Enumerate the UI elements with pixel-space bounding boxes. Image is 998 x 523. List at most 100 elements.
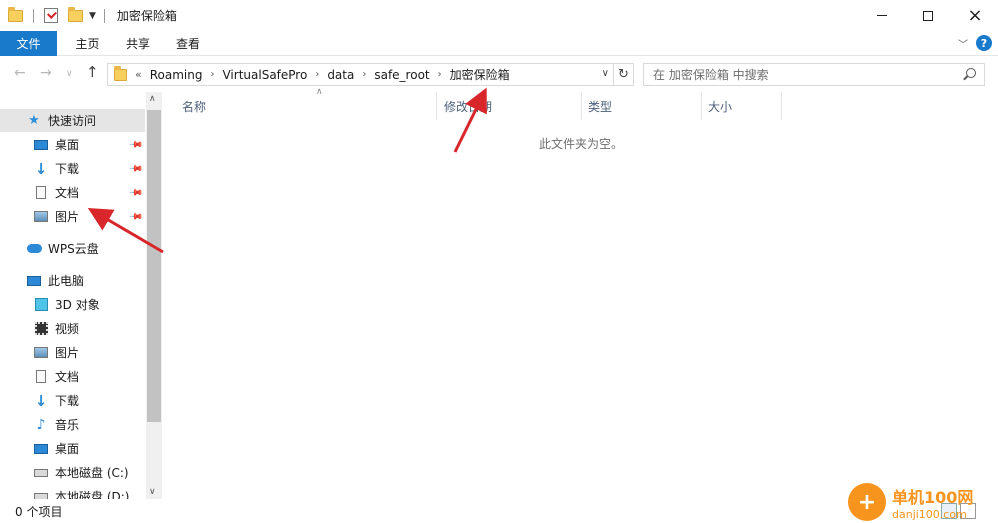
chevron-right-icon[interactable]: › xyxy=(362,69,366,80)
nav-label: 视频 xyxy=(55,322,80,336)
recent-locations-chevron-icon[interactable]: ∨ xyxy=(66,69,73,79)
quick-access-toolbar: ▼ 加密保险箱 xyxy=(0,6,177,24)
nav-scrollbar[interactable]: ∧ ∨ xyxy=(146,92,162,499)
tab-home[interactable]: 主页 xyxy=(62,31,113,56)
folder-icon xyxy=(114,65,127,81)
nav-label: 文档 xyxy=(55,370,80,384)
nav-documents[interactable]: 文档 xyxy=(0,365,145,388)
chevron-right-icon[interactable]: › xyxy=(210,69,214,80)
plus-logo-icon: + xyxy=(848,483,886,521)
nav-label: 音乐 xyxy=(55,418,80,432)
nav-downloads-pinned[interactable]: ↓ 下载 📌 xyxy=(0,157,145,180)
properties-check-icon[interactable] xyxy=(44,8,58,23)
nav-downloads[interactable]: ↓ 下载 xyxy=(0,389,145,412)
nav-label: 快速访问 xyxy=(48,114,97,128)
scroll-up-chevron-icon[interactable]: ∧ xyxy=(149,94,156,104)
nav-local-disk-d[interactable]: 本地磁盘 (D:) xyxy=(0,485,145,499)
chevron-right-icon[interactable]: › xyxy=(438,69,442,80)
file-list: 名称 ∧ 修改日期 类型 大小 此文件夹为空。 xyxy=(162,87,998,499)
tab-file[interactable]: 文件 xyxy=(0,30,57,56)
star-icon: ★ xyxy=(28,113,40,128)
nav-label: 桌面 xyxy=(55,138,80,152)
column-header-modified[interactable]: 修改日期 xyxy=(438,92,582,120)
nav-label: WPS云盘 xyxy=(48,242,99,256)
search-placeholder: 在 加密保险箱 中搜索 xyxy=(653,68,769,82)
folder-icon[interactable] xyxy=(8,6,23,22)
nav-3d-objects[interactable]: 3D 对象 xyxy=(0,293,145,316)
breadcrumb-virtualsafepro[interactable]: VirtualSafePro xyxy=(222,68,307,82)
item-count: 0 个项目 xyxy=(15,504,63,519)
pin-icon[interactable]: 📌 xyxy=(128,137,143,152)
nav-quick-access[interactable]: ★ 快速访问 xyxy=(0,109,145,132)
column-header-name[interactable]: 名称 ∧ xyxy=(176,87,437,120)
video-icon xyxy=(33,322,49,336)
column-header-type[interactable]: 类型 xyxy=(582,92,702,120)
new-folder-icon[interactable] xyxy=(68,6,83,22)
cloud-icon xyxy=(26,242,42,256)
watermark-main: 单机100网 xyxy=(892,487,974,507)
window-title: 加密保险箱 xyxy=(116,9,177,23)
ribbon-tabs: 文件 主页 共享 查看 ﹀ ? xyxy=(0,30,998,56)
search-icon[interactable] xyxy=(966,68,976,78)
expand-ribbon-chevron-icon[interactable]: ﹀ xyxy=(958,36,968,51)
up-arrow-icon[interactable]: ↑ xyxy=(86,63,99,81)
column-label: 名称 xyxy=(182,99,207,114)
nav-pictures[interactable]: 图片 xyxy=(0,341,145,364)
pin-icon[interactable]: 📌 xyxy=(128,185,143,200)
scroll-down-chevron-icon[interactable]: ∨ xyxy=(149,487,156,497)
computer-icon xyxy=(26,274,42,288)
nav-pictures-pinned[interactable]: 图片 📌 xyxy=(0,205,145,228)
nav-local-disk-c[interactable]: 本地磁盘 (C:) xyxy=(0,461,145,484)
scroll-thumb[interactable] xyxy=(147,110,161,422)
minimize-icon xyxy=(877,15,887,16)
address-dropdown-chevron-icon[interactable]: ∨ xyxy=(602,68,609,79)
back-arrow-icon[interactable]: ← xyxy=(14,65,26,81)
nav-label: 本地磁盘 (D:) xyxy=(55,490,130,499)
watermark-text: 单机100网 danji100.com xyxy=(892,484,973,521)
pin-icon[interactable]: 📌 xyxy=(128,209,143,224)
nav-label: 文档 xyxy=(55,186,80,200)
desktop-icon xyxy=(33,138,49,152)
pin-icon[interactable]: 📌 xyxy=(128,161,143,176)
drive-icon xyxy=(33,466,49,480)
breadcrumb-overflow[interactable]: « xyxy=(135,68,142,81)
nav-desktop-pinned[interactable]: 桌面 📌 xyxy=(0,133,145,156)
chevron-right-icon[interactable]: › xyxy=(315,69,319,80)
breadcrumb-safe-root[interactable]: safe_root xyxy=(374,68,429,82)
picture-icon xyxy=(33,210,49,224)
refresh-button[interactable]: ↻ xyxy=(614,63,634,86)
tab-view[interactable]: 查看 xyxy=(163,31,213,56)
search-input[interactable]: 在 加密保险箱 中搜索 xyxy=(643,63,985,86)
tab-share[interactable]: 共享 xyxy=(113,31,163,56)
nav-label: 此电脑 xyxy=(48,274,85,288)
minimize-button[interactable] xyxy=(859,0,905,31)
address-row: ← → ∨ ↑ « Roaming › VirtualSafePro › dat… xyxy=(0,57,998,92)
nav-documents-pinned[interactable]: 文档 📌 xyxy=(0,181,145,204)
breadcrumb-current[interactable]: 加密保险箱 xyxy=(450,66,510,83)
maximize-icon xyxy=(923,10,933,21)
column-label: 类型 xyxy=(588,99,613,114)
desktop-icon xyxy=(33,442,49,456)
nav-desktop[interactable]: 桌面 xyxy=(0,437,145,460)
breadcrumb-data[interactable]: data xyxy=(327,68,354,82)
column-header-size[interactable]: 大小 xyxy=(702,92,782,120)
close-button[interactable]: × xyxy=(952,0,998,31)
sort-up-chevron-icon: ∧ xyxy=(316,87,323,97)
nav-wps-cloud[interactable]: WPS云盘 xyxy=(0,237,145,260)
maximize-button[interactable] xyxy=(905,0,951,31)
nav-this-pc[interactable]: 此电脑 xyxy=(0,269,145,292)
address-bar[interactable]: « Roaming › VirtualSafePro › data › safe… xyxy=(107,63,614,86)
empty-message-text: 此文件夹为空。 xyxy=(539,137,624,151)
toolbar-divider xyxy=(33,8,34,23)
nav-label: 桌面 xyxy=(55,442,80,456)
nav-music[interactable]: ♪ 音乐 xyxy=(0,413,145,436)
help-icon[interactable]: ? xyxy=(976,35,992,51)
nav-videos[interactable]: 视频 xyxy=(0,317,145,340)
toolbar-divider xyxy=(103,8,105,23)
customize-toolbar-dropdown-icon[interactable]: ▼ xyxy=(89,11,96,21)
title-bar: ▼ 加密保险箱 × xyxy=(0,0,998,31)
forward-arrow-icon[interactable]: → xyxy=(40,65,52,81)
document-icon xyxy=(33,370,49,384)
breadcrumb-roaming[interactable]: Roaming xyxy=(150,68,203,82)
download-icon: ↓ xyxy=(34,159,48,178)
